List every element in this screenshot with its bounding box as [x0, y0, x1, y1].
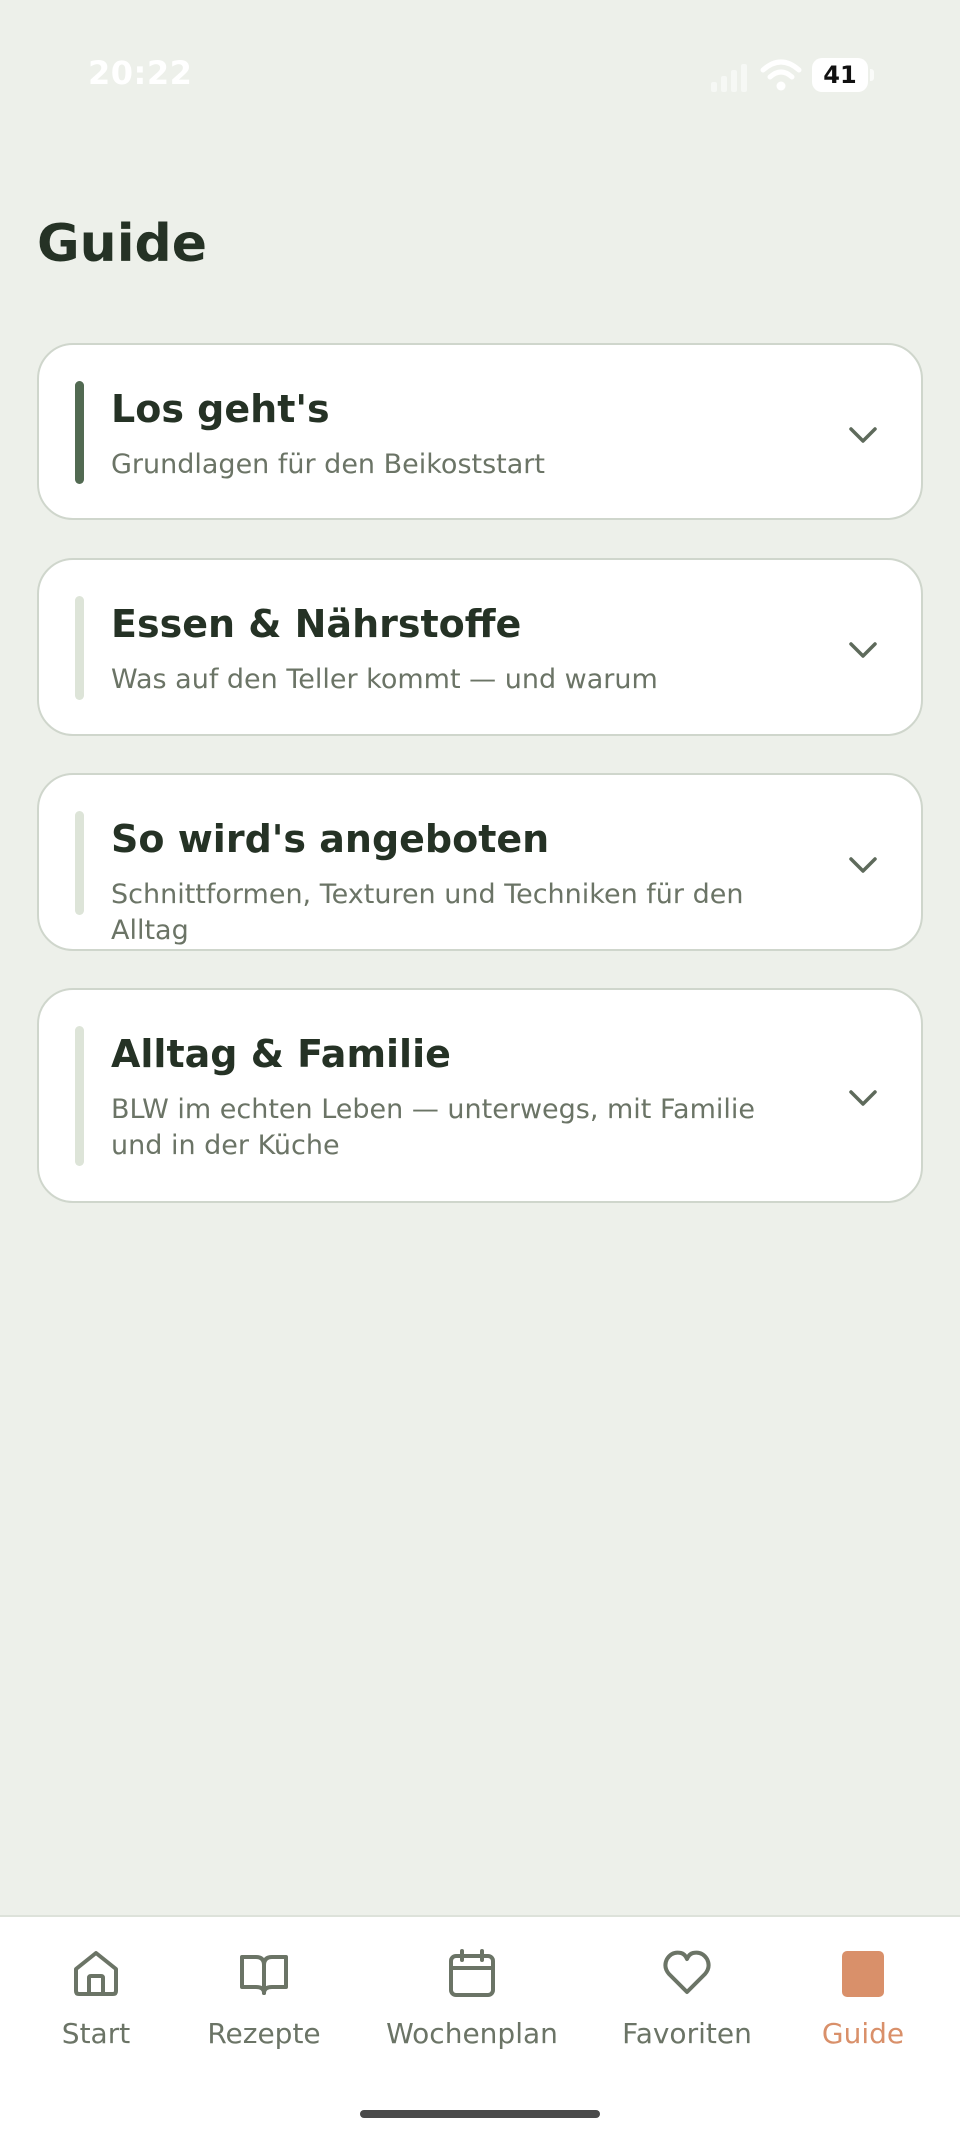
nav-item-wochenplan[interactable]: Wochenplan: [372, 1947, 572, 2050]
section-accent-bar: [75, 1026, 84, 1166]
status-time: 20:22: [88, 54, 193, 92]
nav-label: Favoriten: [622, 2017, 752, 2050]
nav-item-favoriten[interactable]: Favoriten: [587, 1947, 787, 2050]
wifi-icon: [760, 59, 802, 91]
section-title: So wird's angeboten: [111, 817, 550, 861]
nav-label: Start: [61, 2017, 131, 2050]
status-bar: 20:22 41: [0, 0, 960, 150]
chevron-down-icon[interactable]: [847, 854, 879, 876]
calendar-icon: [449, 1949, 495, 1997]
section-subtitle: BLW im echten Leben — unterwegs, mit Fam…: [111, 1094, 755, 1161]
section-card-essen-naehrstoffe[interactable]: Essen & Nährstoffe Was auf den Teller ko…: [37, 558, 923, 736]
nav-item-guide[interactable]: Guide: [763, 1947, 960, 2050]
nav-label: Rezepte: [207, 2017, 321, 2050]
section-subtitle: Was auf den Teller kommt — und warum: [111, 664, 658, 695]
section-title: Essen & Nährstoffe: [111, 602, 522, 646]
page-title: Guide: [37, 214, 208, 274]
chevron-down-icon[interactable]: [847, 424, 879, 446]
section-subtitle: Grundlagen für den Beikoststart: [111, 449, 545, 480]
bottom-navigation: Start Rezepte Wochenplan Favoriten Guide: [0, 1915, 960, 2142]
book-icon: [240, 1955, 288, 1995]
section-card-alltag-familie[interactable]: Alltag & Familie BLW im echten Leben — u…: [37, 988, 923, 1203]
section-accent-bar: [75, 596, 84, 700]
nav-label: Wochenplan: [386, 2017, 558, 2050]
home-indicator: [360, 2110, 600, 2118]
guide-icon: [842, 1951, 884, 1997]
nav-item-rezepte[interactable]: Rezepte: [164, 1947, 364, 2050]
battery-indicator: 41: [812, 58, 874, 92]
chevron-down-icon[interactable]: [847, 1087, 879, 1109]
battery-level: 41: [812, 58, 868, 92]
heart-icon: [663, 1950, 711, 1994]
section-accent-bar: [75, 811, 84, 915]
section-card-los-gehts[interactable]: Los geht's Grundlagen für den Beikoststa…: [37, 343, 923, 520]
section-subtitle: Schnittformen, Texturen und Techniken fü…: [111, 879, 744, 946]
section-title: Alltag & Familie: [111, 1032, 451, 1076]
home-icon: [74, 1951, 118, 1996]
section-title: Los geht's: [111, 387, 330, 431]
section-accent-bar: [75, 381, 84, 484]
battery-tip: [870, 69, 874, 81]
section-card-so-wirds-angeboten[interactable]: So wird's angeboten Schnittformen, Textu…: [37, 773, 923, 951]
chevron-down-icon[interactable]: [847, 639, 879, 661]
signal-icon: [711, 64, 747, 92]
nav-label: Guide: [821, 2017, 905, 2050]
